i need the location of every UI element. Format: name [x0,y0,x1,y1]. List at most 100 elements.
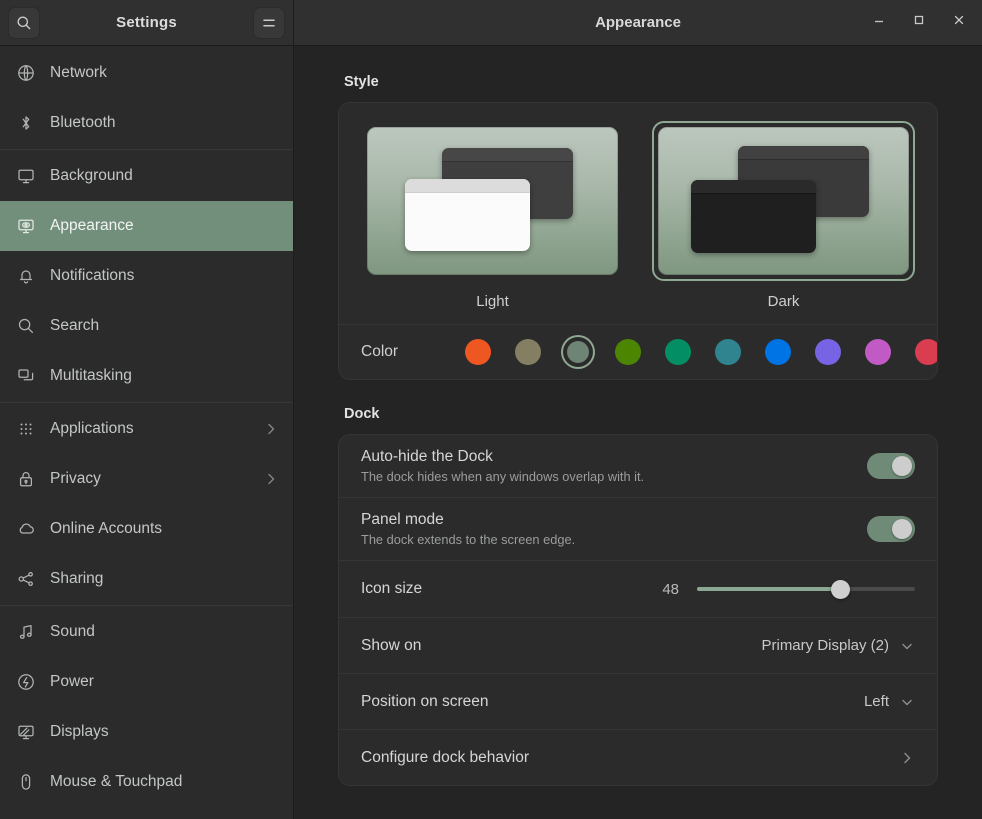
sidebar-item-label: Applications [50,420,249,438]
dock-icon-size-slider[interactable] [697,587,915,591]
dock-configure-row[interactable]: Configure dock behavior [339,730,937,785]
sidebar-item-label: Search [50,317,279,335]
light-preview-image [367,127,618,275]
style-section-heading: Style [344,74,938,90]
share-icon [16,569,36,589]
sidebar-item-sound[interactable]: Sound [0,607,293,657]
accent-swatch-prussian[interactable] [711,335,745,369]
windows-icon [16,366,36,386]
sidebar-item-mouse-touchpad[interactable]: Mouse & Touchpad [0,757,293,807]
sidebar-header: Settings [0,0,294,45]
dock-position-row[interactable]: Position on screen Left [339,674,937,729]
chevron-down-icon [899,694,915,710]
style-option-dark-label: Dark [652,281,915,320]
dock-icon-size-text: Icon size [361,569,653,609]
dock-panel-mode-text: Panel mode The dock extends to the scree… [361,500,867,558]
accent-color-row: Color [339,325,937,379]
sidebar-item-label: Notifications [50,267,279,285]
chevron-right-icon [899,750,915,766]
swatch-fill [665,339,691,365]
swatch-fill [915,339,938,365]
sidebar-item-displays[interactable]: Displays [0,707,293,757]
sidebar-item-multitasking[interactable]: Multitasking [0,351,293,401]
sidebar-item-label: Privacy [50,470,249,488]
close-icon [952,13,966,32]
sidebar[interactable]: Network BluetoothBackgroundAppearance Noti… [0,46,294,819]
window-controls [862,6,976,40]
accent-swatch-olive[interactable] [611,335,645,369]
sidebar-item-power[interactable]: Power [0,657,293,707]
music-note-icon [16,622,36,642]
swatch-fill [715,339,741,365]
sidebar-item-network[interactable]: Network [0,48,293,98]
dock-show-on-text: Show on [361,626,761,666]
dock-icon-size-value: 48 [653,581,679,598]
accent-swatch-orange[interactable] [461,335,495,369]
accent-swatch-bark[interactable] [511,335,545,369]
appearance-icon [16,216,36,236]
accent-swatch-sage[interactable] [561,335,595,369]
sidebar-item-search[interactable]: Search [0,301,293,351]
settings-window: Settings Appearance [0,0,982,819]
sidebar-item-label: Mouse & Touchpad [50,773,279,791]
globe-icon [16,63,36,83]
dock-configure-text: Configure dock behavior [361,738,899,778]
main-menu-button[interactable] [253,7,285,39]
accent-swatch-red[interactable] [911,335,938,369]
toggle-knob [892,456,912,476]
cloud-icon [16,519,36,539]
sidebar-item-label: Network [50,64,279,82]
sidebar-group-separator [0,149,293,150]
hamburger-menu-icon [261,15,277,31]
grid-dots-icon [16,419,36,439]
sidebar-item-background[interactable]: Background [0,151,293,201]
sidebar-item-applications[interactable]: Applications [0,404,293,454]
search-icon [16,15,32,31]
accent-color-swatches[interactable] [461,335,938,369]
swatch-fill [765,339,791,365]
preview-window-front [691,180,817,253]
dock-autohide-toggle[interactable] [867,453,915,479]
accent-swatch-viridian[interactable] [661,335,695,369]
search-button[interactable] [8,7,40,39]
slider-handle[interactable] [831,580,850,599]
dock-section-heading: Dock [344,406,938,422]
accent-swatch-blue[interactable] [761,335,795,369]
sidebar-item-appearance[interactable]: Appearance [0,201,293,251]
dock-panel-mode-toggle[interactable] [867,516,915,542]
style-option-light[interactable]: Light [361,121,624,320]
close-button[interactable] [942,6,976,40]
dock-panel-mode-row[interactable]: Panel mode The dock extends to the scree… [339,498,937,560]
accent-swatch-magenta[interactable] [861,335,895,369]
sidebar-item-bluetooth[interactable]: Bluetooth [0,98,293,148]
sidebar-item-privacy[interactable]: Privacy [0,454,293,504]
dock-icon-size-row[interactable]: Icon size 48 [339,561,937,617]
maximize-button[interactable] [902,6,936,40]
monitor-icon [16,166,36,186]
dock-position-title: Position on screen [361,693,864,711]
sidebar-item-label: Sound [50,623,279,641]
light-preview-frame [361,121,624,281]
dock-autohide-text: Auto-hide the Dock The dock hides when a… [361,437,867,495]
dock-autohide-title: Auto-hide the Dock [361,448,867,466]
sidebar-item-online-accounts[interactable]: Online Accounts [0,504,293,554]
dock-position-text: Position on screen [361,682,864,722]
accent-swatch-purple[interactable] [811,335,845,369]
window-header: Appearance [294,0,982,45]
minimize-icon [872,13,886,32]
dock-panel-mode-title: Panel mode [361,511,867,529]
style-card: Light Dark Color [338,102,938,380]
bell-icon [16,266,36,286]
dock-show-on-row[interactable]: Show on Primary Display (2) [339,618,937,673]
sidebar-item-notifications[interactable]: Notifications [0,251,293,301]
dock-icon-size-control: 48 [653,581,915,598]
dock-panel-mode-subtitle: The dock extends to the screen edge. [361,532,867,547]
style-options: Light Dark [339,103,937,324]
mouse-icon [16,772,36,792]
sidebar-group-separator [0,402,293,403]
dock-autohide-row[interactable]: Auto-hide the Dock The dock hides when a… [339,435,937,497]
sidebar-item-sharing[interactable]: Sharing [0,554,293,604]
swatch-fill [865,339,891,365]
minimize-button[interactable] [862,6,896,40]
style-option-dark[interactable]: Dark [652,121,915,320]
